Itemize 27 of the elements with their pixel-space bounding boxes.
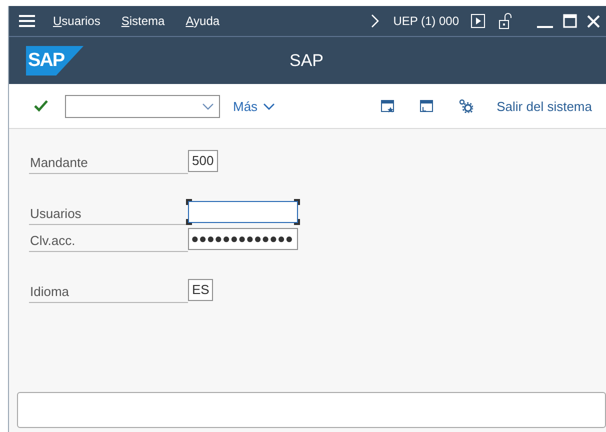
maximize-icon[interactable] <box>563 14 577 28</box>
log-off-link[interactable]: Salir del sistema <box>496 98 592 114</box>
field-label: Idioma <box>29 284 188 303</box>
play-icon[interactable] <box>471 14 485 28</box>
input-field[interactable] <box>188 201 298 223</box>
chevron-down-icon[interactable] <box>262 102 275 110</box>
input-field[interactable]: 500 <box>188 150 218 172</box>
input-field[interactable]: ES <box>188 279 214 301</box>
sap-logo: SAP <box>26 46 84 76</box>
gear-icon[interactable] <box>458 99 473 113</box>
menu-item[interactable]: Sistema <box>121 14 165 28</box>
menu-item[interactable]: Ayuda <box>186 14 220 28</box>
chevron-down-icon[interactable] <box>202 102 214 110</box>
field-label: Mandante <box>29 155 188 174</box>
menu-item[interactable]: Usuarios <box>53 14 100 28</box>
chevron-right-icon[interactable] <box>371 14 380 28</box>
menu-icon[interactable] <box>19 15 35 27</box>
more-menu[interactable]: Más <box>233 98 275 114</box>
command-field[interactable] <box>65 94 220 118</box>
checkmark-icon[interactable] <box>34 100 48 112</box>
input-field[interactable]: ●●●●●●●●●●●●● <box>188 228 298 250</box>
system-label: UEP (1) 000 <box>393 14 459 28</box>
unlock-icon[interactable] <box>499 13 513 29</box>
field-label: Clv.acc. <box>29 233 188 252</box>
close-icon[interactable] <box>587 14 600 28</box>
field-label: Usuarios <box>29 206 188 225</box>
window-title: SAP <box>289 50 324 70</box>
